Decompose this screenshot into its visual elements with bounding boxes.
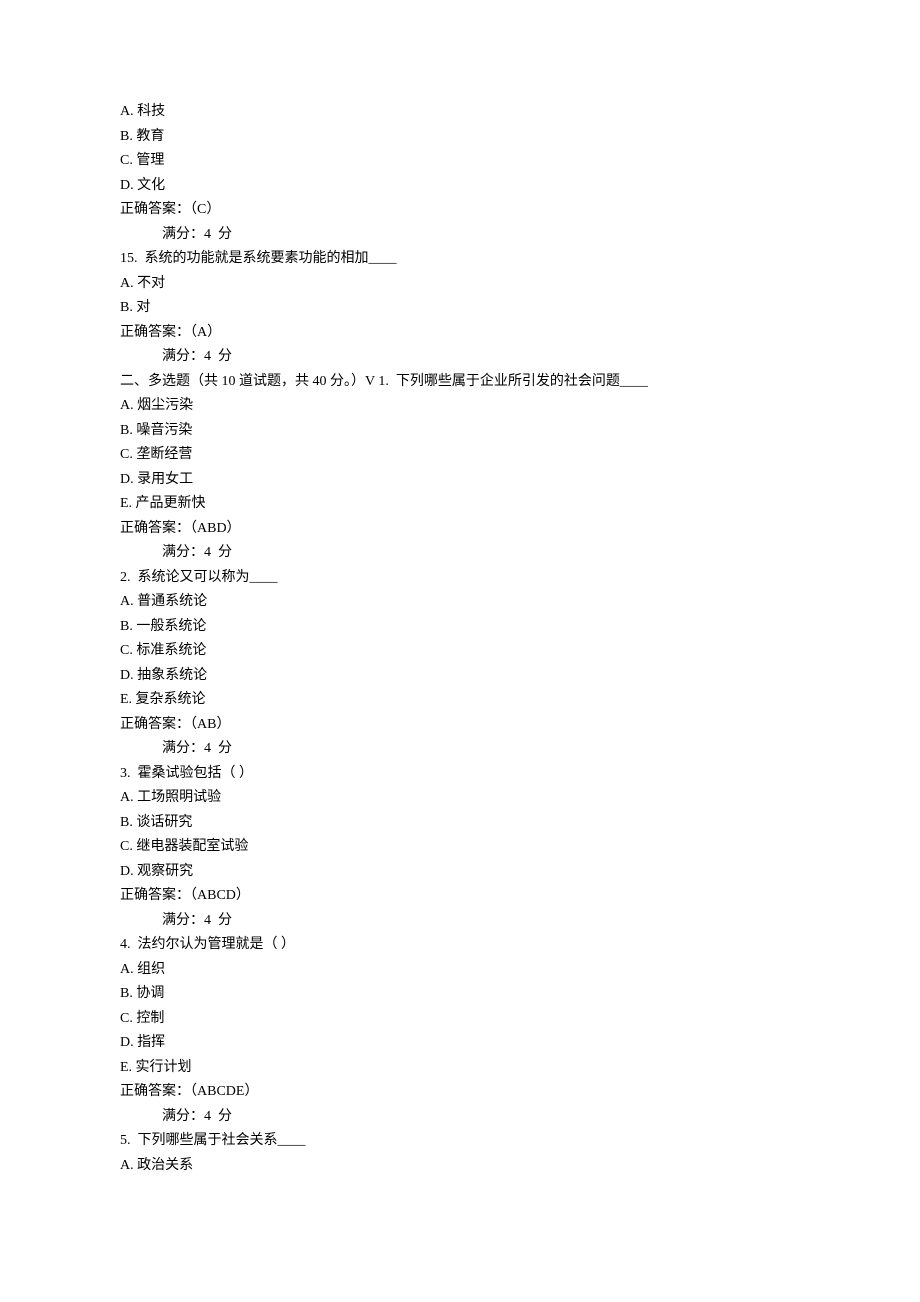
q14-option-b: B. 教育	[120, 125, 800, 150]
m5-option-a: A. 政治关系	[120, 1154, 800, 1179]
q14-option-d: D. 文化	[120, 174, 800, 199]
m3-answer: 正确答案：（ABCD）	[120, 884, 800, 909]
m2-stem: 2. 系统论又可以称为____	[120, 566, 800, 591]
m2-option-d: D. 抽象系统论	[120, 664, 800, 689]
m5-stem: 5. 下列哪些属于社会关系____	[120, 1129, 800, 1154]
section-2-header: 二、多选题（共 10 道试题，共 40 分。）V 1. 下列哪些属于企业所引发的…	[120, 370, 800, 395]
m4-option-b: B. 协调	[120, 982, 800, 1007]
m3-score: 满分：4 分	[120, 909, 800, 934]
m1-score: 满分：4 分	[120, 541, 800, 566]
m1-option-d: D. 录用女工	[120, 468, 800, 493]
m4-option-e: E. 实行计划	[120, 1056, 800, 1081]
q15-stem: 15. 系统的功能就是系统要素功能的相加____	[120, 247, 800, 272]
q14-score: 满分：4 分	[120, 223, 800, 248]
m1-option-b: B. 噪音污染	[120, 419, 800, 444]
q15-option-b: B. 对	[120, 296, 800, 321]
m3-option-b: B. 谈话研究	[120, 811, 800, 836]
m3-option-a: A. 工场照明试验	[120, 786, 800, 811]
q14-answer: 正确答案：（C）	[120, 198, 800, 223]
m4-option-d: D. 指挥	[120, 1031, 800, 1056]
m1-option-c: C. 垄断经营	[120, 443, 800, 468]
q15-option-a: A. 不对	[120, 272, 800, 297]
m2-option-c: C. 标准系统论	[120, 639, 800, 664]
m3-stem: 3. 霍桑试验包括（ ）	[120, 762, 800, 787]
m2-option-e: E. 复杂系统论	[120, 688, 800, 713]
m4-answer: 正确答案：（ABCDE）	[120, 1080, 800, 1105]
m2-option-a: A. 普通系统论	[120, 590, 800, 615]
m2-score: 满分：4 分	[120, 737, 800, 762]
m1-answer: 正确答案：（ABD）	[120, 517, 800, 542]
m2-option-b: B. 一般系统论	[120, 615, 800, 640]
q15-answer: 正确答案：（A）	[120, 321, 800, 346]
m4-option-c: C. 控制	[120, 1007, 800, 1032]
m2-answer: 正确答案：（AB）	[120, 713, 800, 738]
m4-stem: 4. 法约尔认为管理就是（ ）	[120, 933, 800, 958]
q14-option-a: A. 科技	[120, 100, 800, 125]
m1-option-a: A. 烟尘污染	[120, 394, 800, 419]
m4-score: 满分：4 分	[120, 1105, 800, 1130]
m3-option-c: C. 继电器装配室试验	[120, 835, 800, 860]
q14-option-c: C. 管理	[120, 149, 800, 174]
m1-option-e: E. 产品更新快	[120, 492, 800, 517]
m3-option-d: D. 观察研究	[120, 860, 800, 885]
m4-option-a: A. 组织	[120, 958, 800, 983]
q15-score: 满分：4 分	[120, 345, 800, 370]
